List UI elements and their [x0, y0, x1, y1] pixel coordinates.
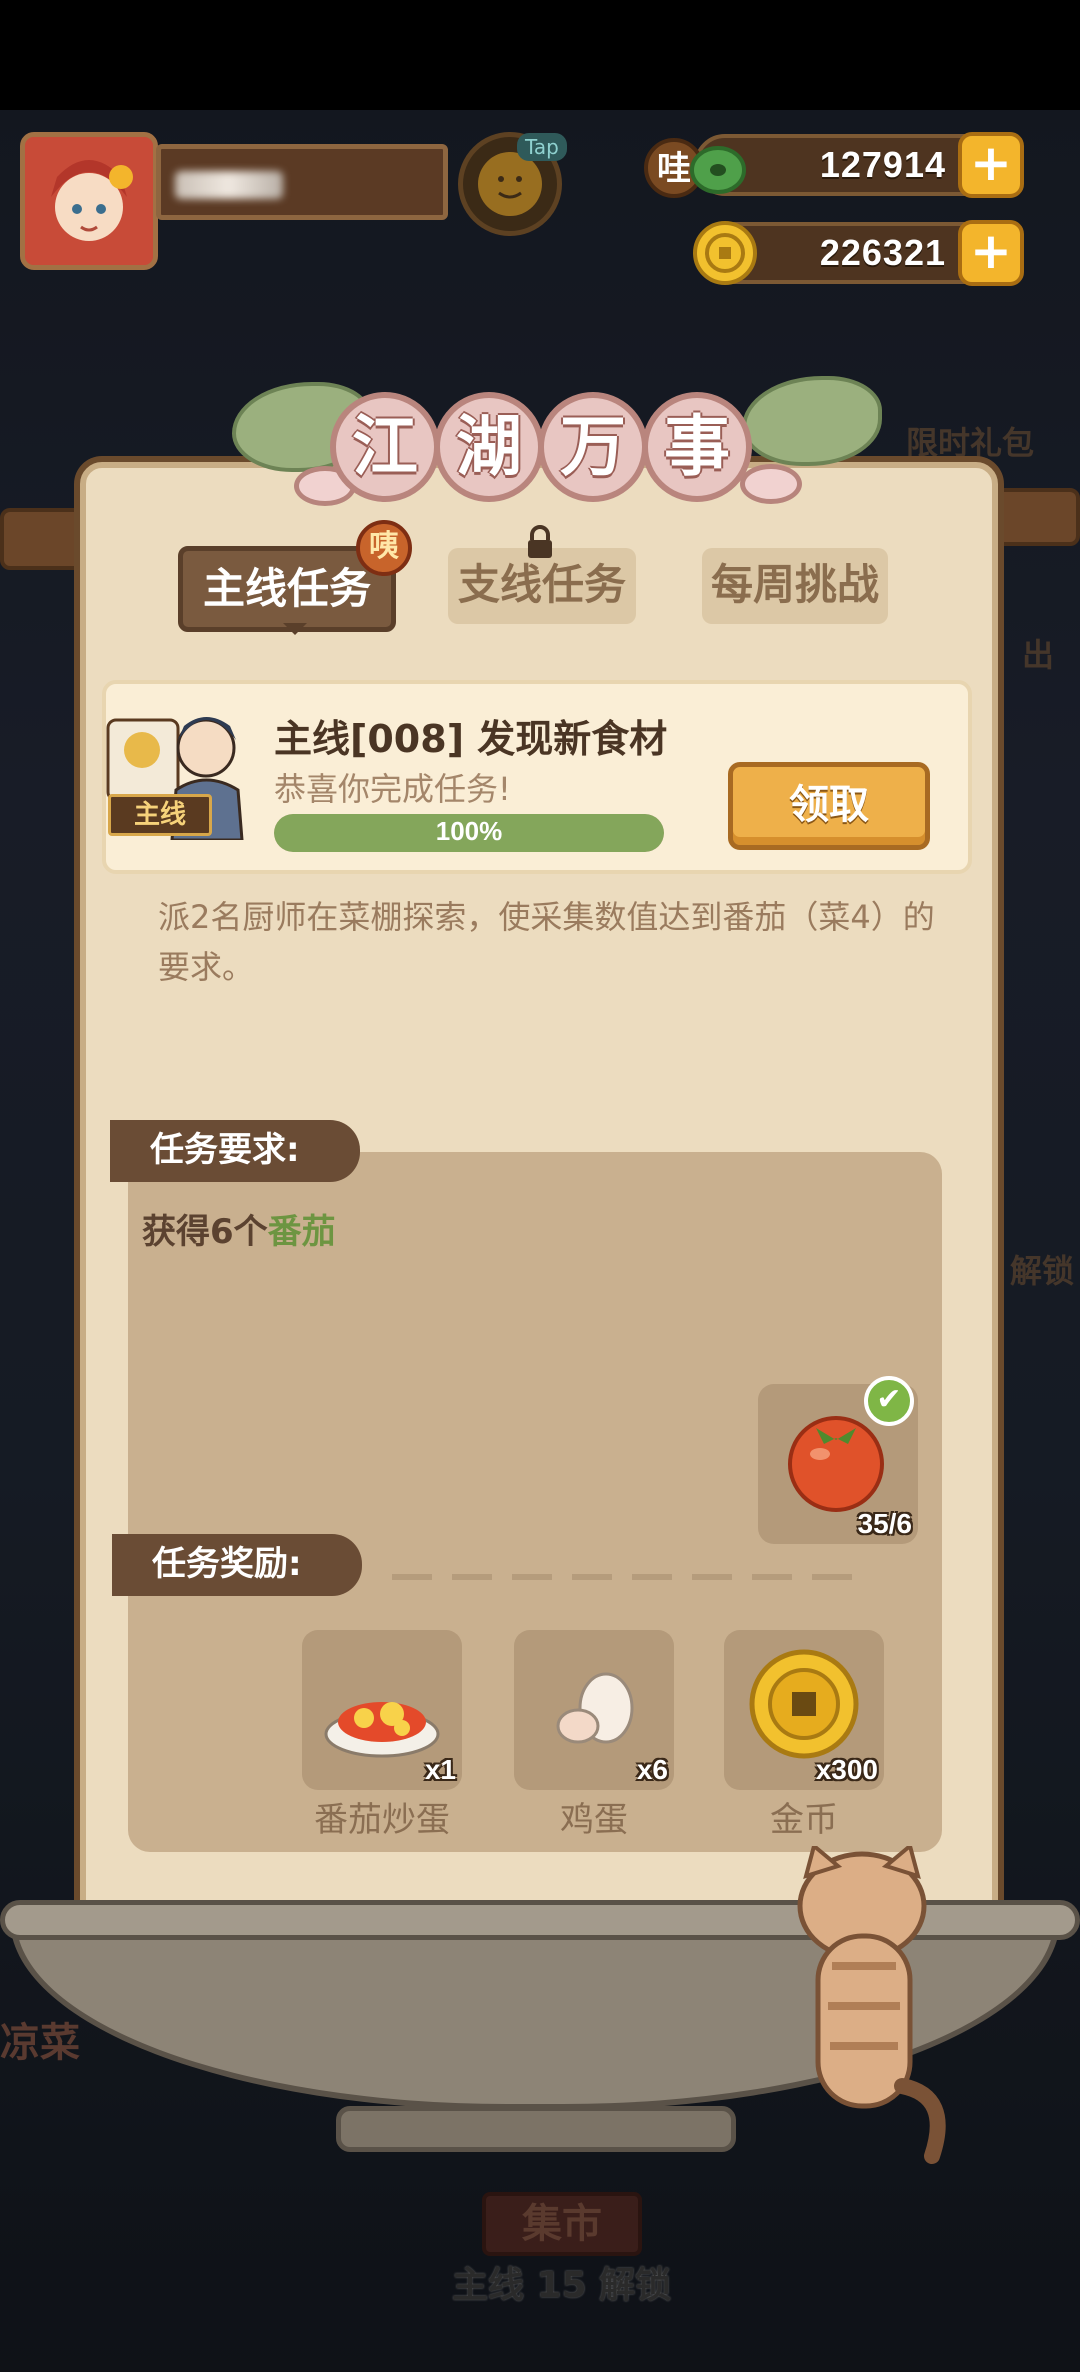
title-char: 事 — [642, 392, 752, 502]
tap-tag: Tap — [517, 133, 567, 161]
reward-slot-egg[interactable]: x6 — [514, 1630, 674, 1790]
tap-face-button[interactable]: Tap — [458, 132, 567, 236]
task-description: 派2名厨师在菜棚探索，使采集数值达到番茄（菜4）的要求。 — [158, 898, 935, 986]
gold-value: 226321 — [819, 232, 946, 273]
gold-coin-icon — [693, 221, 757, 285]
limited-gift-label[interactable]: 限时礼包 — [906, 418, 1034, 464]
progress-label: 100% — [435, 816, 503, 846]
player-avatar[interactable] — [20, 132, 158, 270]
reward-count: x1 — [424, 1754, 456, 1785]
reward-name: 鸡蛋 — [560, 1800, 628, 1840]
main-quest-tag: 主线 — [108, 794, 212, 836]
jade-value: 127914 — [819, 144, 946, 185]
requirement-text: 获得6个番茄 — [142, 1204, 336, 1253]
requirement-label: 任务要求: — [110, 1120, 360, 1182]
panel-title: 江 湖 万 事 — [330, 392, 780, 504]
title-char: 万 — [538, 392, 648, 502]
checkmark-icon: ✔ — [864, 1376, 914, 1426]
side-label-cold-dish: 凉菜 — [0, 2020, 80, 2066]
reward-slot-tomato-egg[interactable]: x1 — [302, 1630, 462, 1790]
reward-count: x6 — [636, 1754, 668, 1785]
cat-icon — [797, 1846, 946, 2164]
claim-button[interactable]: 领取 — [728, 762, 930, 850]
jade-icon: 哇 — [644, 138, 746, 198]
add-jade-button[interactable]: + — [958, 132, 1024, 198]
reward-name: 金币 — [770, 1800, 838, 1840]
reward-label: 任务奖励: — [112, 1534, 362, 1596]
reward-slot-gold[interactable]: x300 — [724, 1630, 884, 1790]
wok-base — [336, 2106, 736, 2152]
side-label-unlock: 解锁 — [1010, 1252, 1075, 1290]
task-title: 主线[008] 发现新食材 — [274, 717, 668, 761]
scroll-roller-left — [0, 508, 88, 570]
avatar-portrait-icon — [25, 137, 153, 265]
lock-icon — [528, 525, 552, 558]
title-char: 湖 — [434, 392, 544, 502]
add-gold-button[interactable]: + — [958, 220, 1024, 286]
tab-weekly-challenge[interactable]: 每周挑战 — [702, 548, 888, 624]
reward-count: x300 — [815, 1754, 878, 1785]
reward-divider — [392, 1574, 872, 1580]
market-sign[interactable]: 集市 — [482, 2192, 642, 2256]
tab-notification-badge: 咦 — [356, 520, 412, 576]
tomato-count: 35/6 — [857, 1508, 913, 1539]
scroll-roller-right — [990, 488, 1080, 546]
jade-badge-text: 哇 — [657, 149, 691, 189]
task-progress-bar: 100% — [274, 814, 664, 852]
reward-name: 番茄炒蛋 — [314, 1800, 450, 1840]
side-label-out: 出 — [1022, 636, 1055, 674]
task-subtitle: 恭喜你完成任务! — [274, 770, 511, 808]
title-char: 江 — [330, 392, 440, 502]
player-name-bar[interactable] — [156, 144, 448, 220]
requirement-prefix: 获得6个 — [142, 1212, 268, 1252]
requirement-highlight: 番茄 — [267, 1212, 336, 1252]
unlock-hint: 主线 15 解锁 — [452, 2265, 672, 2306]
